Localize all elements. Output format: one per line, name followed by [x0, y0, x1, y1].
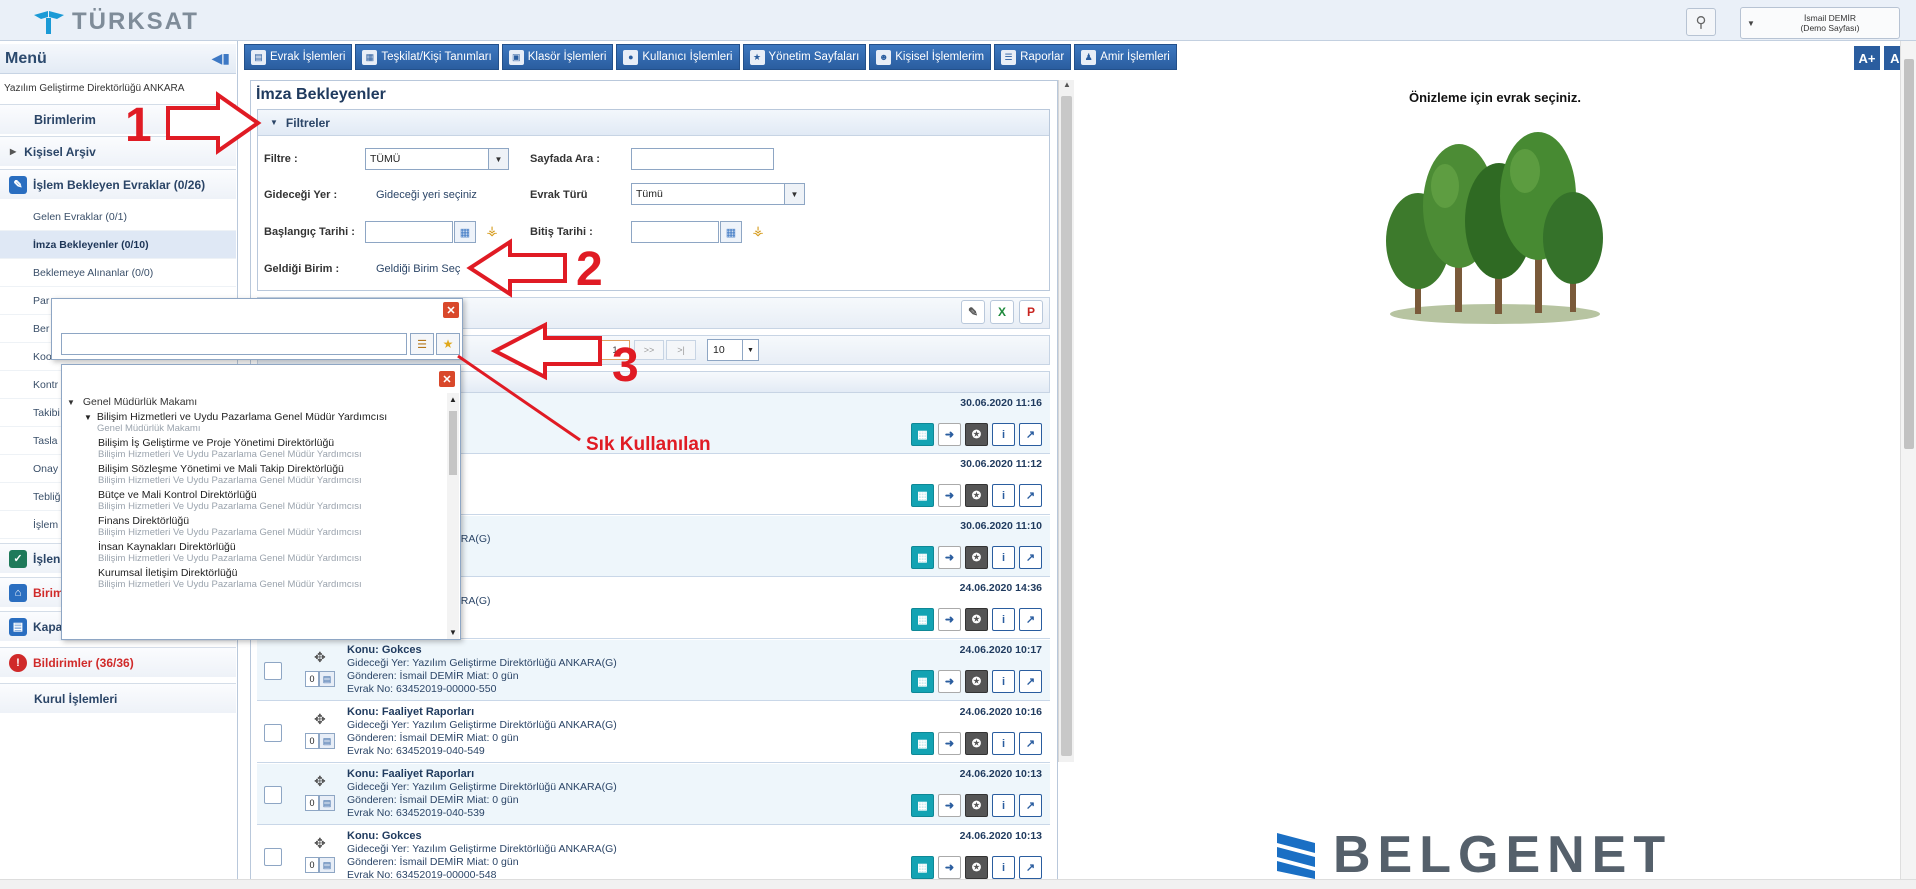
annotation-number-3: 3	[612, 339, 639, 392]
annotation-label: Sık Kullanılan	[586, 434, 711, 455]
annotation-arrow-1	[166, 91, 262, 155]
annotation-overlay	[166, 91, 602, 442]
annotation-arrow-2	[466, 238, 567, 298]
annotation-arrow-3	[490, 321, 602, 381]
annotation-number-2: 2	[576, 243, 603, 296]
annotation-pointer-line	[457, 354, 581, 442]
annotation-number-1: 1	[125, 99, 152, 152]
